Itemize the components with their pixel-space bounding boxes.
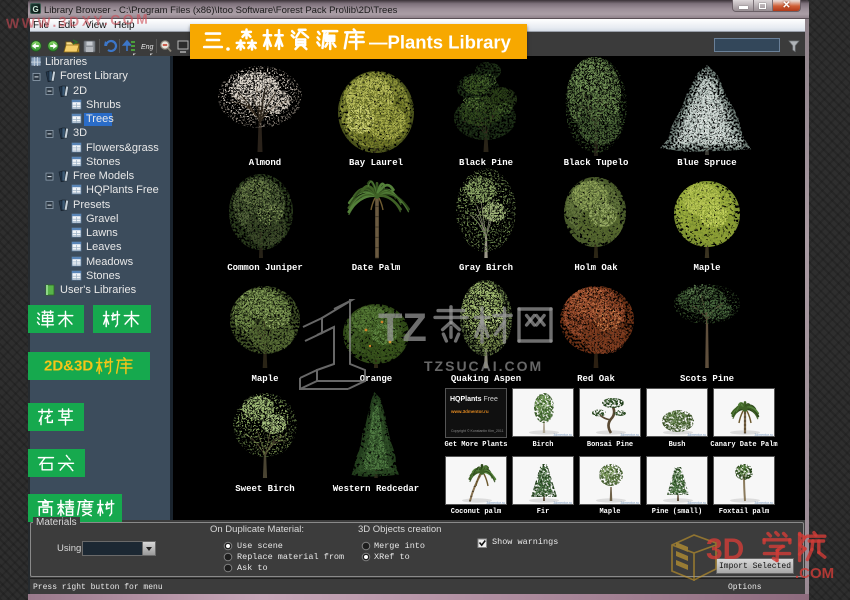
svg-text:3dmentor.ru: 3dmentor.ru [620, 501, 639, 505]
svg-text:3dmentor.ru: 3dmentor.ru [486, 501, 505, 505]
svg-text:TZSUCAI.COM: TZSUCAI.COM [424, 358, 543, 374]
svg-text:3dmentor.ru: 3dmentor.ru [620, 433, 639, 437]
svg-text:TZ: TZ [378, 306, 427, 350]
svg-text:3dmentor.ru: 3dmentor.ru [754, 433, 773, 437]
svg-text:3dmentor.ru: 3dmentor.ru [687, 433, 706, 437]
svg-text:3dmentor.ru: 3dmentor.ru [687, 501, 706, 505]
svg-text:3dmentor.ru: 3dmentor.ru [553, 501, 572, 505]
svg-text:—Plants Library: —Plants Library [369, 32, 512, 53]
svg-text:3D: 3D [706, 533, 744, 566]
svg-text:.COM: .COM [795, 565, 834, 582]
svg-text:3dmentor.ru: 3dmentor.ru [754, 501, 773, 505]
svg-text:Eng: Eng [141, 44, 154, 51]
svg-text:3dmentor.ru: 3dmentor.ru [553, 433, 572, 437]
svg-text:2D&3D: 2D&3D [44, 358, 93, 375]
